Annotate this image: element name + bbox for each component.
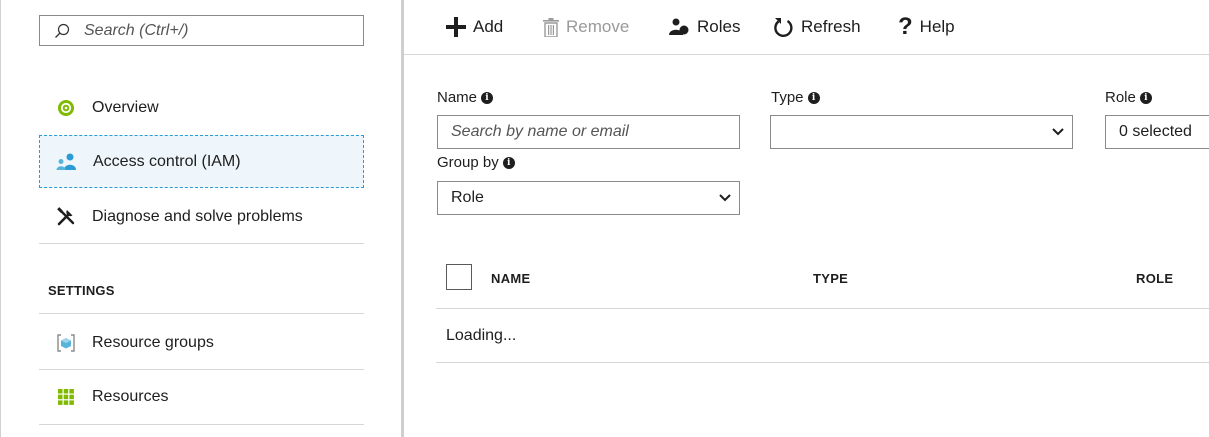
sidebar-item-label: Diagnose and solve problems xyxy=(92,207,303,225)
table-row-divider xyxy=(436,362,1209,363)
resource-groups-icon xyxy=(39,333,92,352)
resources-icon xyxy=(39,388,92,405)
menu-divider xyxy=(39,243,364,244)
role-filter-label: Role i xyxy=(1105,89,1152,106)
table-header-divider xyxy=(436,308,1209,309)
select-all-checkbox[interactable] xyxy=(446,264,472,290)
name-search-input[interactable] xyxy=(438,123,731,141)
type-filter-label: Type i xyxy=(771,89,820,106)
sidebar-item-label: Overview xyxy=(92,98,159,116)
roles-label: Roles xyxy=(697,17,741,36)
sidebar-item-diagnose[interactable]: Diagnose and solve problems xyxy=(39,190,364,243)
info-icon[interactable]: i xyxy=(481,91,494,104)
group-by-label: Group by i xyxy=(437,154,515,171)
role-dropdown[interactable]: 0 selected xyxy=(1105,115,1209,149)
sidebar-item-overview[interactable]: Overview xyxy=(39,81,364,134)
loading-status: Loading... xyxy=(446,327,517,344)
type-dropdown[interactable] xyxy=(770,115,1073,149)
type-label-text: Type xyxy=(771,89,804,106)
info-icon[interactable]: i xyxy=(1139,91,1152,104)
column-header-type[interactable]: TYPE xyxy=(813,271,848,286)
info-icon[interactable]: i xyxy=(502,156,515,169)
settings-section-header: SETTINGS xyxy=(48,283,115,298)
wrench-icon xyxy=(39,206,92,227)
column-header-role[interactable]: ROLE xyxy=(1136,271,1173,286)
info-icon[interactable]: i xyxy=(807,91,820,104)
toolbar-divider xyxy=(404,54,1209,55)
help-button[interactable]: ? Help xyxy=(898,13,955,40)
pane-divider xyxy=(401,0,404,437)
role-label-text: Role xyxy=(1105,89,1136,106)
chevron-down-icon xyxy=(1044,128,1072,136)
sidebar-item-label: Resource groups xyxy=(92,333,214,351)
group-by-value: Role xyxy=(451,189,484,206)
refresh-icon xyxy=(772,16,794,38)
add-button[interactable]: Add xyxy=(446,14,503,40)
search-icon xyxy=(40,23,84,39)
plus-icon xyxy=(446,17,466,37)
sidebar-item-resources[interactable]: Resources xyxy=(39,370,364,423)
name-filter-label: Name i xyxy=(437,89,494,106)
remove-label: Remove xyxy=(566,17,630,36)
column-header-name[interactable]: NAME xyxy=(491,271,530,286)
question-mark-icon: ? xyxy=(898,13,913,40)
name-label-text: Name xyxy=(437,89,478,106)
sidebar-item-label: Access control (IAM) xyxy=(93,152,241,170)
remove-button[interactable]: Remove xyxy=(543,14,629,40)
menu-divider xyxy=(39,313,364,314)
group-by-label-text: Group by xyxy=(437,154,499,171)
name-search-field[interactable] xyxy=(437,115,740,149)
role-dropdown-value: 0 selected xyxy=(1119,123,1192,140)
menu-search-input[interactable] xyxy=(84,21,344,40)
add-label: Add xyxy=(473,17,504,36)
sidebar-item-access-control[interactable]: Access control (IAM) xyxy=(39,135,364,188)
refresh-button[interactable]: Refresh xyxy=(772,14,861,40)
trash-icon xyxy=(543,17,559,37)
menu-search-box[interactable] xyxy=(39,15,364,46)
help-label: Help xyxy=(919,17,955,36)
sidebar-item-label: Resources xyxy=(92,387,169,405)
resource-menu: Overview Access control (IAM) Diagnose a… xyxy=(0,0,402,437)
menu-divider xyxy=(39,424,364,425)
refresh-label: Refresh xyxy=(801,17,861,36)
iam-icon xyxy=(40,153,93,171)
roles-button[interactable]: Roles xyxy=(668,14,740,40)
group-by-dropdown[interactable]: Role xyxy=(437,181,740,215)
roles-icon xyxy=(668,18,690,36)
overview-icon xyxy=(39,99,92,117)
chevron-down-icon xyxy=(711,194,739,202)
sidebar-item-resource-groups[interactable]: Resource groups xyxy=(39,316,364,369)
